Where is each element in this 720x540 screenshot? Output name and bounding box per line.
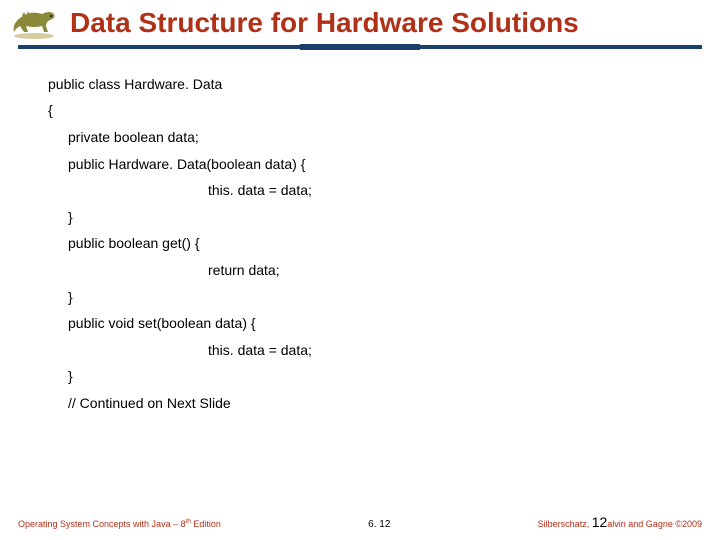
code-line: this. data = data; bbox=[48, 177, 672, 204]
code-line: private boolean data; bbox=[48, 124, 672, 151]
footer-right-a: Silberschatz, bbox=[538, 519, 592, 529]
footer-left: Operating System Concepts with Java – 8t… bbox=[18, 518, 221, 529]
code-line: this. data = data; bbox=[48, 337, 672, 364]
dinosaur-icon bbox=[6, 6, 62, 40]
code-line: } bbox=[48, 363, 672, 390]
code-line: public boolean get() { bbox=[48, 230, 672, 257]
slide-footer: Operating System Concepts with Java – 8t… bbox=[0, 514, 720, 530]
slide-title: Data Structure for Hardware Solutions bbox=[0, 8, 720, 39]
footer-left-text: Operating System Concepts with Java – 8 bbox=[18, 519, 186, 529]
code-line: { bbox=[48, 97, 672, 124]
footer-left-text2: Edition bbox=[191, 519, 221, 529]
code-block: public class Hardware. Data { private bo… bbox=[0, 49, 720, 417]
page-number: 12 bbox=[592, 514, 608, 530]
footer-right: Silberschatz, 12alvin and Gagne ©2009 bbox=[538, 514, 702, 530]
code-line: } bbox=[48, 284, 672, 311]
slide-header: Data Structure for Hardware Solutions bbox=[0, 0, 720, 49]
code-line: } bbox=[48, 204, 672, 231]
code-line: public void set(boolean data) { bbox=[48, 310, 672, 337]
code-line: // Continued on Next Slide bbox=[48, 390, 672, 417]
title-divider bbox=[18, 45, 702, 49]
footer-center: 6. 12 bbox=[368, 519, 390, 530]
code-line: return data; bbox=[48, 257, 672, 284]
footer-right-b: alvin and Gagne ©2009 bbox=[607, 519, 702, 529]
code-line: public class Hardware. Data bbox=[48, 71, 672, 98]
code-line: public Hardware. Data(boolean data) { bbox=[48, 151, 672, 178]
